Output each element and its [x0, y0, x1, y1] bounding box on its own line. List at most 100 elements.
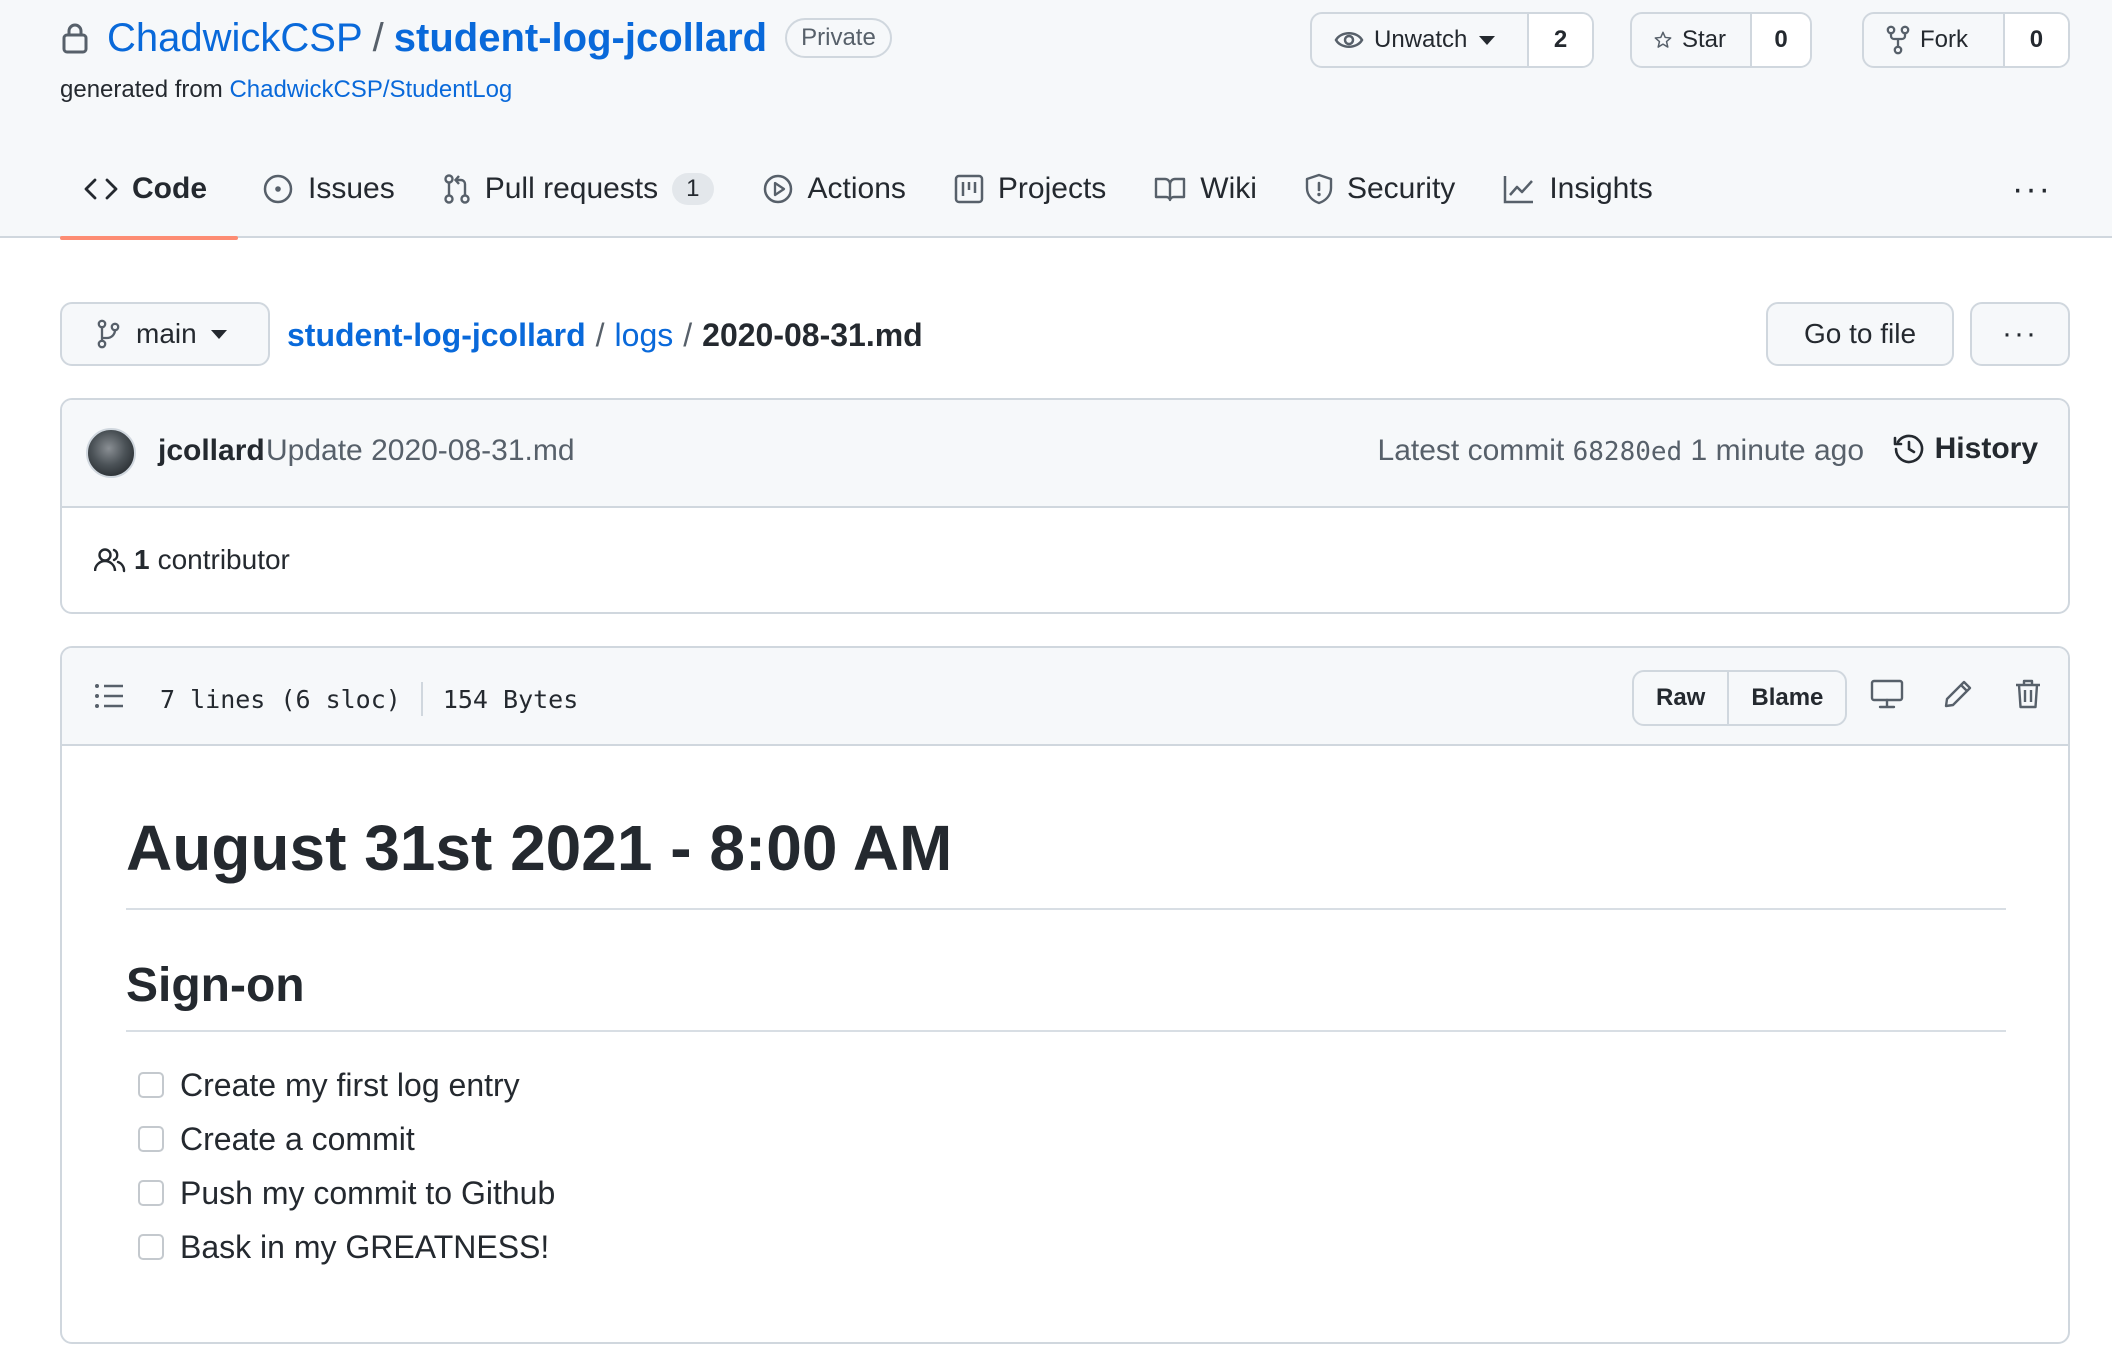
- pencil-icon[interactable]: [1942, 678, 1974, 710]
- tab-actions[interactable]: Actions: [738, 140, 930, 238]
- tab-security-label: Security: [1346, 172, 1456, 205]
- contributors-link[interactable]: 1 contributor: [94, 544, 290, 576]
- task-checkbox[interactable]: [138, 1126, 164, 1152]
- fork-label: Fork: [1920, 26, 1968, 53]
- commit-message-link[interactable]: Update 2020-08-31.md: [266, 434, 575, 468]
- fork-button-group: Fork 0: [1862, 12, 2070, 68]
- repo-header: ChadwickCSP / student-log-jcollard Priva…: [0, 0, 2112, 240]
- breadcrumb: student-log-jcollard / logs / 2020-08-31…: [287, 312, 923, 358]
- task-label: Create my first log entry: [180, 1066, 520, 1103]
- branch-selector[interactable]: main: [60, 302, 270, 366]
- star-icon: [1654, 31, 1672, 48]
- code-icon: [84, 178, 118, 200]
- repo-name-link[interactable]: student-log-jcollard: [394, 16, 767, 61]
- history-link[interactable]: History: [1893, 432, 2038, 466]
- watch-button-group: Unwatch 2: [1310, 12, 1594, 68]
- unwatch-label: Unwatch: [1374, 26, 1468, 53]
- graph-icon: [1504, 176, 1534, 204]
- file-lines: 7 lines (6 sloc): [160, 684, 401, 714]
- avatar[interactable]: [86, 428, 136, 478]
- trash-icon[interactable]: [2014, 678, 2042, 710]
- latest-commit-box: jcollard Update 2020-08-31.md Latest com…: [60, 398, 2070, 614]
- breadcrumb-file-name: 2020-08-31.md: [702, 316, 923, 353]
- task-list-item: Push my commit to Github: [126, 1166, 2006, 1220]
- go-to-file-button[interactable]: Go to file: [1766, 302, 1954, 366]
- forks-count[interactable]: 0: [2004, 14, 2068, 66]
- file-header: 7 lines (6 sloc) 154 Bytes Raw Blame: [62, 648, 2068, 746]
- tab-security[interactable]: Security: [1281, 140, 1479, 238]
- task-checkbox[interactable]: [138, 1234, 164, 1260]
- history-label: History: [1934, 432, 2038, 465]
- play-icon: [763, 174, 792, 204]
- breadcrumb-separator: /: [595, 316, 605, 353]
- markdown-heading-2: Sign-on: [126, 956, 2006, 1032]
- unwatch-button[interactable]: Unwatch: [1312, 14, 1530, 66]
- task-label: Create a commit: [180, 1120, 415, 1157]
- stars-count[interactable]: 0: [1752, 14, 1810, 66]
- tab-projects-label: Projects: [997, 172, 1107, 205]
- tab-pull-requests[interactable]: Pull requests 1: [419, 140, 738, 238]
- generated-from: generated from ChadwickCSP/StudentLog: [60, 76, 512, 104]
- commit-meta: Latest commit 68280ed 1 minute ago: [1378, 434, 1864, 468]
- history-icon: [1893, 434, 1923, 464]
- visibility-badge: Private: [785, 18, 892, 58]
- book-icon: [1155, 177, 1186, 202]
- tab-actions-label: Actions: [807, 172, 906, 205]
- commit-header: jcollard Update 2020-08-31.md Latest com…: [62, 400, 2068, 508]
- git-pull-request-icon: [444, 174, 470, 204]
- commit-author-link[interactable]: jcollard: [158, 434, 265, 468]
- tab-wiki[interactable]: Wiki: [1130, 140, 1281, 238]
- task-list-item: Create my first log entry: [126, 1058, 2006, 1112]
- generated-from-label: generated from: [60, 76, 223, 103]
- repo-tabs: Code Issues Pull requests 1 Actions Proj…: [60, 140, 1677, 240]
- pull-requests-counter: 1: [672, 173, 714, 205]
- tabs-more-button[interactable]: ···: [2012, 140, 2052, 238]
- divider: [420, 682, 423, 716]
- tab-issues-label: Issues: [308, 172, 395, 205]
- task-checkbox[interactable]: [138, 1180, 164, 1206]
- tab-wiki-label: Wiki: [1200, 172, 1257, 205]
- repo-forked-icon: [1886, 25, 1910, 55]
- lock-icon: [62, 23, 88, 54]
- breadcrumb-repo-link[interactable]: student-log-jcollard: [287, 317, 586, 354]
- latest-commit-label: Latest commit: [1377, 434, 1565, 467]
- tab-insights[interactable]: Insights: [1479, 140, 1676, 238]
- people-icon: [94, 548, 126, 573]
- raw-blame-group: Raw Blame: [1632, 670, 1848, 726]
- tab-projects[interactable]: Projects: [930, 140, 1130, 238]
- eye-icon: [1334, 32, 1364, 48]
- list-unordered-icon[interactable]: [94, 682, 124, 710]
- commit-time: 1 minute ago: [1690, 434, 1864, 467]
- breadcrumb-dir-link[interactable]: logs: [615, 317, 674, 354]
- watchers-count[interactable]: 2: [1529, 14, 1592, 66]
- markdown-heading-1: August 31st 2021 - 8:00 AM: [126, 808, 2006, 910]
- task-list: Create my first log entry Create a commi…: [126, 1058, 2006, 1274]
- contributors-count: 1: [134, 544, 150, 575]
- device-desktop-icon[interactable]: [1870, 678, 1904, 710]
- blame-button[interactable]: Blame: [1727, 672, 1845, 724]
- tab-code[interactable]: Code: [60, 140, 238, 240]
- task-label: Bask in my GREATNESS!: [180, 1228, 550, 1265]
- template-repo-link[interactable]: ChadwickCSP/StudentLog: [229, 76, 512, 103]
- markdown-body: August 31st 2021 - 8:00 AM Sign-on Creat…: [126, 808, 2006, 1274]
- tab-issues[interactable]: Issues: [238, 140, 419, 238]
- file-size: 154 Bytes: [442, 684, 579, 714]
- raw-button[interactable]: Raw: [1634, 672, 1727, 724]
- file-more-button[interactable]: ···: [1970, 302, 2070, 366]
- task-list-item: Create a commit: [126, 1112, 2006, 1166]
- file-info: 7 lines (6 sloc) 154 Bytes: [160, 682, 578, 716]
- star-button[interactable]: Star: [1632, 14, 1752, 66]
- chevron-down-icon: [210, 329, 227, 339]
- tab-insights-label: Insights: [1549, 172, 1653, 205]
- file-viewer: 7 lines (6 sloc) 154 Bytes Raw Blame Aug…: [60, 646, 2070, 1344]
- commit-sha-link[interactable]: 68280ed: [1573, 437, 1683, 467]
- contributors-label: contributor: [157, 544, 290, 575]
- repo-title-separator: /: [372, 15, 384, 60]
- breadcrumb-separator: /: [683, 316, 693, 353]
- task-checkbox[interactable]: [138, 1072, 164, 1098]
- tab-code-label: Code: [132, 172, 207, 205]
- repo-owner-link[interactable]: ChadwickCSP: [107, 16, 363, 61]
- star-button-group: Star 0: [1630, 12, 1812, 68]
- fork-button[interactable]: Fork: [1864, 14, 2005, 66]
- shield-icon: [1305, 173, 1333, 205]
